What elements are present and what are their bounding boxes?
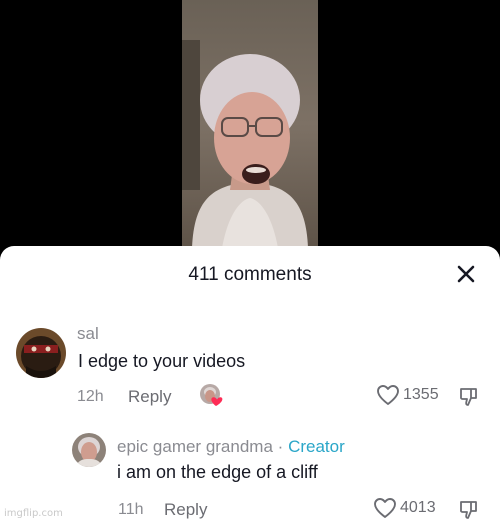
thumbs-down-icon[interactable] [458,386,480,408]
like-button[interactable]: 4013 [373,497,436,519]
video-player[interactable] [0,0,500,256]
comment-username[interactable]: sal [77,324,99,344]
comments-count-title: 411 comments [188,264,312,285]
comment-text: I edge to your videos [78,351,246,371]
heart-outline-icon[interactable] [373,497,397,519]
reply-button[interactable]: Reply [128,387,171,407]
comments-header: 411 comments [0,246,500,302]
user-avatar-image [72,433,106,467]
comment-text: i am on the edge of a cliff [117,462,318,482]
heart-outline-icon[interactable] [376,384,400,406]
video-thumbnail [182,0,318,248]
reply-button[interactable]: Reply [164,500,207,520]
comment-timestamp: 12h [77,388,104,405]
creator-liked-indicator [199,383,225,409]
avatar[interactable] [16,328,66,378]
dislike-button[interactable] [458,499,480,521]
watermark-text: imgflip.com [4,508,63,519]
thumbs-down-icon[interactable] [458,499,480,521]
like-count: 4013 [400,499,436,516]
like-button[interactable]: 1355 [376,384,439,406]
dislike-button[interactable] [458,386,480,408]
close-icon[interactable] [454,262,478,286]
comment-username[interactable]: epic gamer grandma [117,437,273,456]
comment-timestamp: 11h [118,501,144,518]
user-avatar-image [16,328,66,378]
like-count: 1355 [403,386,439,403]
avatar[interactable] [72,433,106,467]
close-button[interactable] [454,262,478,286]
comment-username-line: epic gamer grandma · Creator [117,437,345,457]
username-separator: · [277,437,284,456]
creator-badge: Creator [288,437,345,456]
creator-liked-heart-icon [200,384,223,406]
comments-sheet: 411 comments sal I edge to your videos 1… [0,246,500,522]
video-frame[interactable] [182,0,318,248]
